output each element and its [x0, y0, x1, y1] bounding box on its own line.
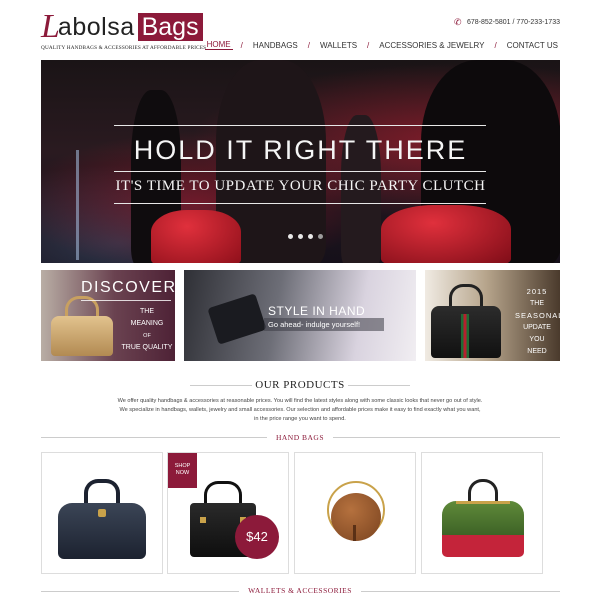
contact-phones: ✆ 678-852-5801 / 770-233-1733: [454, 18, 560, 27]
hero-rule-top: [114, 125, 486, 126]
nav-accessories-jewelry[interactable]: ACCESSORIES & JEWELRY: [377, 41, 486, 50]
style-subtext: Go ahead- indulge yourself!: [268, 320, 361, 329]
nav-contact-us[interactable]: CONTACT US: [505, 41, 560, 50]
hero-rule-bottom: [114, 203, 486, 204]
discover-line-1: THE: [140, 308, 154, 315]
products-intro: We offer quality handbags & accessories …: [90, 397, 510, 424]
discover-bag-image: [51, 296, 113, 356]
nav-separator: /: [240, 40, 243, 50]
seasonal-bag-image: [431, 284, 501, 359]
seasonal-line-6: NEED: [527, 348, 547, 355]
discover-line-3: OF: [143, 333, 151, 339]
seasonal-text: 2015 THE SEASONAL UPDATE YOU NEED: [515, 286, 560, 358]
style-clutch-image: [207, 293, 267, 345]
product-image-green-red-frame-bag: [442, 479, 524, 559]
brand-tagline: QUALITY HANDBAGS & ACCESSORIES AT AFFORD…: [41, 45, 207, 51]
promo-style-in-hand[interactable]: STYLE IN HAND Go ahead- indulge yourself…: [184, 270, 416, 361]
intro-line-1: We offer quality handbags & accessories …: [117, 398, 483, 404]
nav-separator: /: [494, 40, 497, 50]
slider-dot-3[interactable]: [308, 234, 313, 239]
wallets-rule-right: [361, 591, 560, 592]
product-card-1[interactable]: [41, 452, 163, 574]
product-image-round-crossbody: [325, 481, 387, 559]
seasonal-line-5: YOU: [529, 336, 545, 343]
discover-text: THE MEANING OF TRUE QUALITY: [119, 306, 175, 354]
seasonal-line-3: SEASONAL: [515, 311, 560, 320]
logo-box: Bags: [137, 13, 203, 41]
nav-home[interactable]: HOME: [204, 40, 233, 50]
discover-rule: [81, 300, 171, 301]
intro-line-2: We specialize in handbags, wallets, jewe…: [119, 407, 481, 413]
shop-now-line-2: NOW: [175, 470, 190, 476]
brand-logo[interactable]: L abolsa Bags QUALITY HANDBAGS & ACCESSO…: [41, 10, 207, 52]
product-card-2[interactable]: SHOP NOW $42: [167, 452, 289, 574]
discover-line-2: MEANING: [130, 320, 164, 327]
seasonal-line-1: 2015: [526, 287, 548, 296]
product-card-3[interactable]: [294, 452, 416, 574]
shop-now-line-1: SHOP: [174, 463, 191, 469]
hero-title: HOLD IT RIGHT THERE: [133, 135, 468, 165]
phone-numbers: 678-852-5801 / 770-233-1733: [466, 19, 560, 26]
hero-subtitle: IT'S TIME TO UPDATE YOUR CHIC PARTY CLUT…: [115, 178, 486, 194]
nav-separator: /: [307, 40, 310, 50]
slider-dot-2[interactable]: [298, 234, 303, 239]
slider-dots: [288, 234, 323, 239]
products-title: OUR PRODUCTS: [255, 379, 345, 391]
logo-word: abolsa: [57, 13, 135, 41]
promo-discover[interactable]: DISCOVER THE MEANING OF TRUE QUALITY: [41, 270, 175, 361]
seasonal-line-2: THE: [530, 300, 544, 307]
product-image-navy-doctor-bag: [58, 479, 146, 561]
slider-dot-4[interactable]: [318, 234, 323, 239]
site-header: L abolsa Bags QUALITY HANDBAGS & ACCESSO…: [0, 0, 600, 60]
style-heading: STYLE IN HAND: [268, 304, 366, 318]
promo-seasonal[interactable]: 2015 THE SEASONAL UPDATE YOU NEED: [425, 270, 560, 361]
price-badge: $42: [235, 515, 279, 559]
product-card-4[interactable]: [421, 452, 543, 574]
main-nav: HOME / HANDBAGS / WALLETS / ACCESSORIES …: [204, 40, 560, 50]
nav-handbags[interactable]: HANDBAGS: [251, 41, 300, 50]
nav-separator: /: [367, 40, 370, 50]
slider-dot-1[interactable]: [288, 234, 293, 239]
hero-city-tower: [76, 150, 79, 260]
discover-heading: DISCOVER: [81, 279, 175, 296]
hero-red-bag-right: [381, 205, 511, 263]
handbags-rule-right: [333, 437, 560, 438]
intro-line-3: in the price range you want to spend.: [254, 416, 346, 422]
hero-rule-middle: [114, 171, 486, 172]
phone-icon: ✆: [453, 17, 462, 27]
nav-wallets[interactable]: WALLETS: [318, 41, 359, 50]
hero-red-bag-left: [151, 210, 241, 263]
hero-slider[interactable]: HOLD IT RIGHT THERE IT'S TIME TO UPDATE …: [41, 60, 560, 263]
seasonal-line-4: UPDATE: [523, 324, 551, 331]
products-rule-right: [348, 385, 410, 386]
discover-line-4: TRUE QUALITY: [121, 344, 173, 351]
